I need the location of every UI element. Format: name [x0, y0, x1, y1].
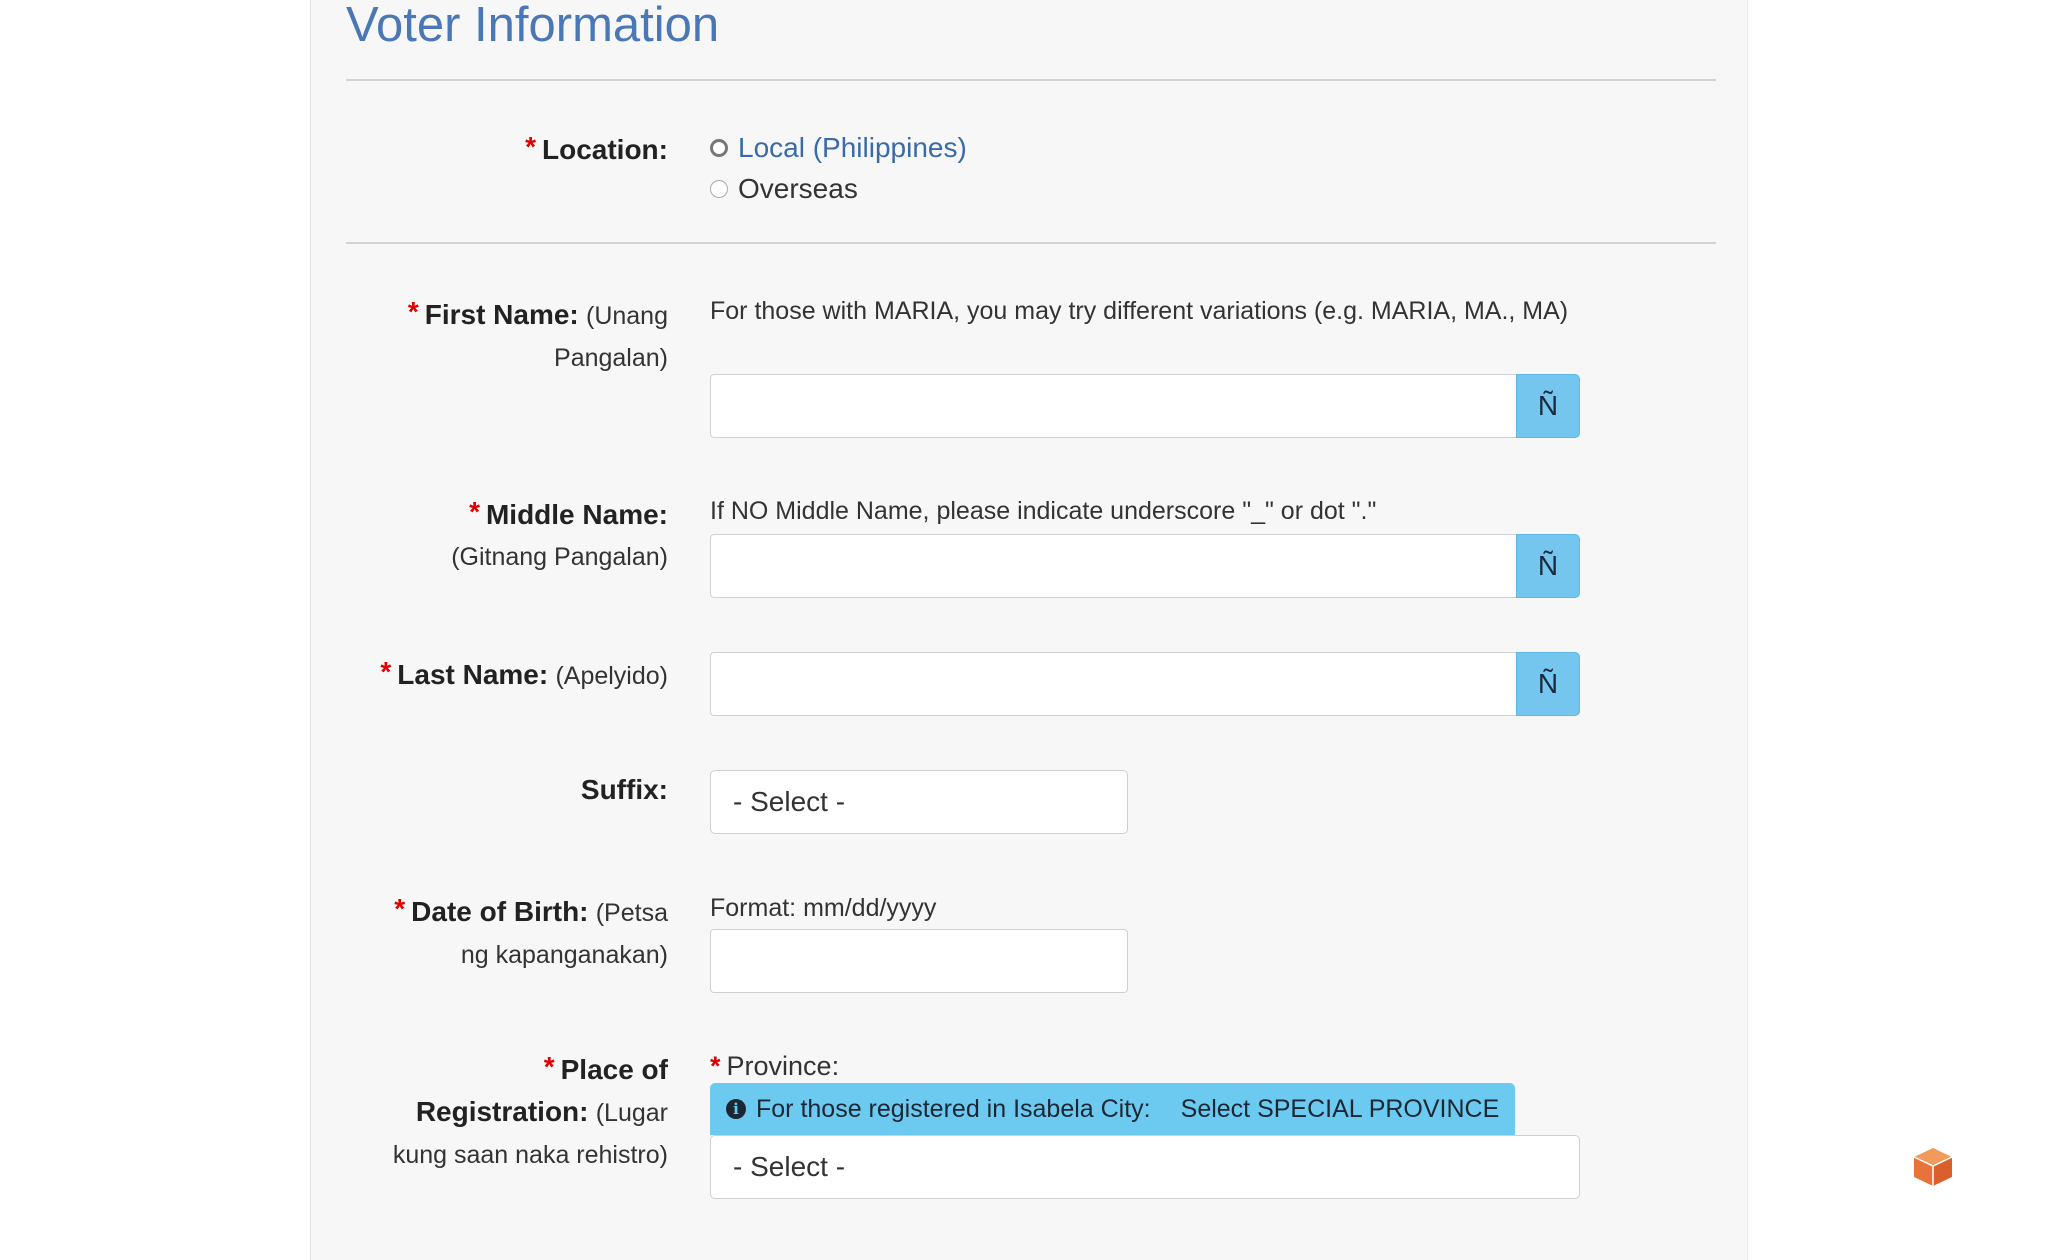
dob-help: Format: mm/dd/yyyy — [710, 894, 937, 922]
cube-icon[interactable] — [1912, 1146, 1954, 1188]
dob-input[interactable] — [710, 929, 1128, 993]
first-name-help: For those with MARIA, you may try differ… — [710, 297, 1569, 325]
info-suffix: Select SPECIAL PROVINCE — [1180, 1094, 1500, 1123]
first-name-enye-button[interactable]: Ñ — [1516, 374, 1580, 438]
first-name-label: * First Name: (Unang Pangalan) — [407, 296, 668, 372]
suffix-select[interactable]: - Select - — [710, 770, 1128, 834]
middle-name-label: * Middle Name: (Gitnang Pangalan) — [451, 496, 668, 571]
info-circle-icon: i — [726, 1099, 746, 1119]
section-divider — [346, 79, 1716, 81]
last-name-enye-button[interactable]: Ñ — [1516, 652, 1580, 716]
first-name-input[interactable] — [710, 374, 1518, 438]
radio-overseas-input[interactable] — [710, 180, 728, 198]
location-label: * Location: — [525, 131, 668, 165]
dob-label: * Date of Birth: (Petsa ng kapanganakan) — [394, 893, 668, 969]
section-title: Voter Information — [346, 0, 720, 52]
isabela-info-bar: i For those registered in Isabela City: … — [710, 1083, 1516, 1135]
radio-local-input[interactable] — [710, 139, 728, 157]
location-divider — [346, 242, 1716, 244]
place-of-registration-label: * Place of Registration: (Lugar kung saan… — [392, 1051, 668, 1169]
middle-name-input[interactable] — [710, 534, 1518, 598]
radio-local-label[interactable]: Local (Philippines) — [738, 132, 967, 164]
province-select[interactable]: - Select - — [710, 1135, 1580, 1199]
middle-name-enye-button[interactable]: Ñ — [1516, 534, 1580, 598]
radio-location-overseas[interactable]: Overseas — [710, 169, 858, 209]
radio-location-local[interactable]: Local (Philippines) — [710, 128, 967, 168]
suffix-label: Suffix: — [580, 774, 668, 805]
required-marker: * — [525, 131, 536, 162]
radio-overseas-label[interactable]: Overseas — [738, 173, 858, 205]
middle-name-help: If NO Middle Name, please indicate under… — [710, 497, 1377, 525]
page: Voter Information * Location: Local (Phil… — [0, 0, 2048, 1260]
province-select-value: - Select - — [733, 1151, 846, 1182]
province-label: * Province: — [710, 1051, 840, 1081]
info-prefix: For those registered in Isabela City: — [756, 1094, 1151, 1123]
last-name-input[interactable] — [710, 652, 1518, 716]
last-name-label: * Last Name: (Apelyido) — [380, 656, 668, 690]
suffix-select-value: - Select - — [733, 786, 846, 817]
